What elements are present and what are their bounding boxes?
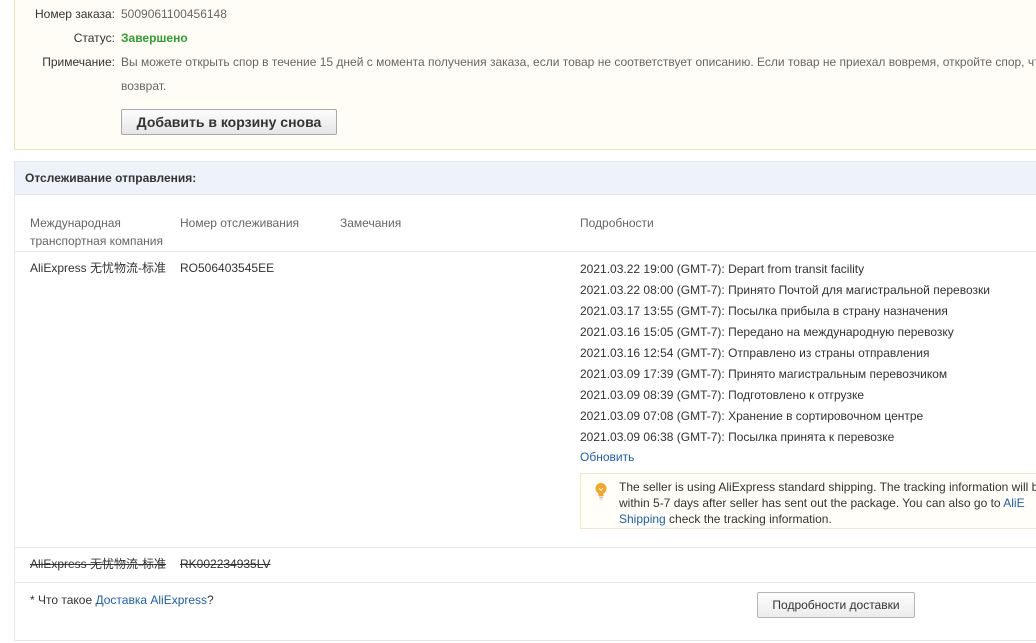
shipping-details-button[interactable]: Подробности доставки — [757, 592, 915, 618]
tracking-event: 2021.03.09 08:39 (GMT-7): Подготовлено к… — [580, 388, 865, 402]
column-details: Подробности — [580, 216, 654, 230]
column-carrier-line2: транспортная компания — [30, 234, 163, 248]
tracking-panel: Отслеживание отправления: Международная … — [14, 161, 1036, 641]
tracking-event: 2021.03.17 13:55 (GMT-7): Посылка прибыл… — [580, 304, 948, 318]
notice-line1: The seller is using AliExpress standard … — [619, 480, 1036, 494]
order-info-panel: Номер заказа: 5009061100456148 Статус: З… — [14, 0, 1036, 150]
notice-line3: Shipping check the tracking information. — [619, 511, 1036, 527]
order-number-value: 5009061100456148 — [121, 7, 227, 21]
footnote-suffix: ? — [207, 593, 214, 607]
add-to-cart-again-button[interactable]: Добавить в корзину снова — [121, 109, 337, 135]
shipment-carrier: AliExpress 无忧物流-标准 — [30, 261, 167, 275]
footnote-prefix: * Что такое — [30, 593, 96, 607]
tracking-event: 2021.03.09 17:39 (GMT-7): Принято магист… — [580, 367, 948, 381]
tracking-header: Отслеживание отправления: — [15, 162, 1036, 195]
column-remarks: Замечания — [340, 216, 402, 230]
tracking-title: Отслеживание отправления: — [25, 171, 197, 185]
refresh-link[interactable]: Обновить — [580, 448, 634, 466]
lightbulb-icon — [595, 483, 607, 500]
shipping-notice: The seller is using AliExpress standard … — [580, 473, 1036, 529]
shipment-tracking-number: RO506403545EE — [180, 261, 275, 275]
order-note-label: Примечание: — [42, 55, 115, 69]
tracking-event: 2021.03.16 15:05 (GMT-7): Передано на ме… — [580, 325, 954, 339]
column-carrier: Международная транспортная компания — [30, 214, 163, 250]
order-note-text-continued: возврат. — [121, 79, 167, 93]
shipping-footnote: * Что такое Доставка AliExpress? — [30, 591, 214, 609]
shipment-carrier-cancelled: AliExpress 无忧物流-标准 — [30, 557, 167, 571]
order-note-text: Вы можете открыть спор в течение 15 дней… — [121, 55, 1036, 69]
tracking-event: 2021.03.22 08:00 (GMT-7): Принято Почтой… — [580, 283, 990, 297]
tracking-event: 2021.03.09 07:08 (GMT-7): Хранение в сор… — [580, 409, 924, 423]
column-tracking-number: Номер отслеживания — [180, 216, 300, 230]
aliexpress-shipping-link[interactable]: AliE — [1003, 496, 1024, 510]
tracking-event: 2021.03.22 19:00 (GMT-7): Depart from tr… — [580, 262, 865, 276]
order-status-label: Статус: — [73, 31, 115, 45]
aliexpress-delivery-link[interactable]: Доставка AliExpress — [95, 593, 207, 607]
column-carrier-line1: Международная — [30, 216, 121, 230]
notice-line3-text: check the tracking information. — [665, 512, 832, 526]
notice-line2-text: within 5-7 days after seller has sent ou… — [619, 496, 1004, 510]
order-number-label: Номер заказа: — [34, 7, 115, 21]
row-divider — [15, 582, 1036, 583]
tracking-event: 2021.03.16 12:54 (GMT-7): Отправлено из … — [580, 346, 930, 360]
notice-line2: within 5-7 days after seller has sent ou… — [619, 495, 1036, 511]
shipping-notice-text: The seller is using AliExpress standard … — [619, 479, 1036, 527]
order-status-value: Завершено — [121, 31, 188, 45]
header-divider — [15, 251, 1036, 252]
tracking-event: 2021.03.09 06:38 (GMT-7): Посылка принят… — [580, 430, 895, 444]
row-divider — [15, 547, 1036, 548]
shipment-tracking-number-cancelled: RK002234935LV — [180, 557, 271, 571]
aliexpress-shipping-link-continued[interactable]: Shipping — [619, 512, 666, 526]
